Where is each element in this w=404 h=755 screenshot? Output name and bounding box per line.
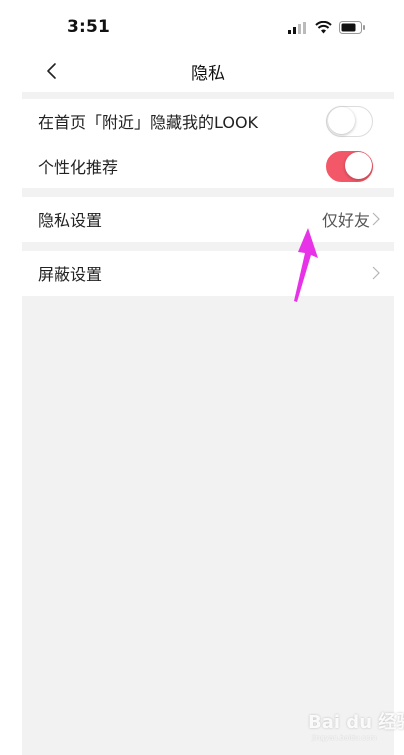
screen: 3:51 隐私 在首页「附近」隐藏我的LOOK 个性化推荐 隐私设置 仅好友 屏… <box>0 0 404 755</box>
chevron-right-icon <box>372 266 380 280</box>
row-block-setting[interactable]: 屏蔽设置 <box>22 251 394 295</box>
toggle-knob <box>344 152 372 179</box>
battery-icon <box>339 21 365 34</box>
chevron-right-icon <box>372 212 380 226</box>
toggle-group: 在首页「附近」隐藏我的LOOK 个性化推荐 <box>22 99 394 188</box>
personalized-toggle[interactable] <box>326 150 373 182</box>
row-personalized[interactable]: 个性化推荐 <box>22 144 394 188</box>
watermark-logo: Bai du 经验 <box>308 712 404 733</box>
annotation-arrow-icon <box>294 228 318 302</box>
row-label: 屏蔽设置 <box>38 265 103 284</box>
signal-icon <box>288 21 306 34</box>
wifi-icon <box>315 21 332 34</box>
phone-frame: 3:51 隐私 在首页「附近」隐藏我的LOOK 个性化推荐 隐私设置 仅好友 屏… <box>22 0 404 755</box>
watermark-url: jingyan.baidu.com <box>312 734 377 742</box>
page-title: 隐私 <box>191 64 225 84</box>
row-privacy-setting[interactable]: 隐私设置 仅好友 <box>22 197 394 241</box>
status-icons <box>288 21 366 34</box>
toggle-knob <box>327 107 355 134</box>
privacy-value: 仅好友 <box>321 211 370 230</box>
block-group: 屏蔽设置 <box>22 251 394 296</box>
status-time: 3:51 <box>67 17 111 37</box>
row-label: 隐私设置 <box>38 211 103 230</box>
header: 3:51 隐私 <box>22 0 394 92</box>
privacy-group: 隐私设置 仅好友 <box>22 197 394 242</box>
row-hide-nearby[interactable]: 在首页「附近」隐藏我的LOOK <box>22 99 394 143</box>
row-label: 个性化推荐 <box>38 158 119 177</box>
row-label: 在首页「附近」隐藏我的LOOK <box>38 113 259 132</box>
hide-nearby-toggle[interactable] <box>326 105 373 137</box>
